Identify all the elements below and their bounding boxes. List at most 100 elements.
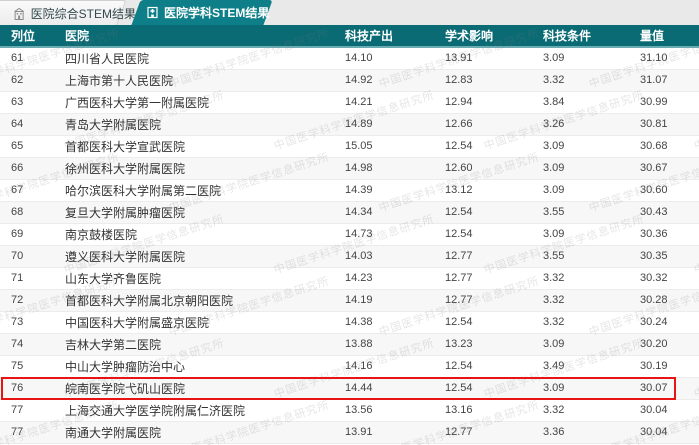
- table-row[interactable]: 76 皖南医学院弋矶山医院 14.44 12.54 3.09 30.07: [0, 377, 699, 400]
- sci-condition-cell: 3.09: [543, 157, 640, 180]
- hospital-name-cell: 遵义医科大学附属医院: [53, 245, 345, 268]
- sci-output-cell: 14.44: [345, 377, 445, 400]
- rank-cell: 63: [0, 91, 53, 114]
- table-row[interactable]: 71 山东大学齐鲁医院 14.23 12.77 3.32 30.32: [0, 267, 699, 290]
- table-row[interactable]: 67 哈尔滨医科大学附属第二医院 14.39 13.12 3.09 30.60: [0, 179, 699, 202]
- sci-condition-cell: 3.32: [543, 289, 640, 312]
- table-row[interactable]: 74 吉林大学第二医院 13.88 13.23 3.09 30.20: [0, 333, 699, 356]
- total-value-cell: 30.19: [640, 355, 699, 378]
- total-value-cell: 30.24: [640, 311, 699, 334]
- academic-impact-cell: 12.54: [445, 223, 543, 246]
- tab-hospital-discipline-stem[interactable]: 医院学科STEM结果: [131, 0, 273, 25]
- column-header-academic-impact: 学术影响: [445, 25, 543, 48]
- sci-output-cell: 14.03: [345, 245, 445, 268]
- sci-condition-cell: 3.26: [543, 113, 640, 136]
- sci-condition-cell: 3.55: [543, 245, 640, 268]
- rank-cell: 65: [0, 135, 53, 158]
- total-value-cell: 30.04: [640, 421, 699, 444]
- sci-condition-cell: 3.09: [543, 135, 640, 158]
- total-value-cell: 30.60: [640, 179, 699, 202]
- rank-cell: 75: [0, 355, 53, 378]
- rank-cell: 74: [0, 333, 53, 356]
- table-row[interactable]: 66 徐州医科大学附属医院 14.98 12.60 3.09 30.67: [0, 157, 699, 180]
- total-value-cell: 30.67: [640, 157, 699, 180]
- sci-output-cell: 14.98: [345, 157, 445, 180]
- table-row[interactable]: 72 首都医科大学附属北京朝阳医院 14.19 12.77 3.32 30.28: [0, 289, 699, 312]
- sci-condition-cell: 3.32: [543, 69, 640, 92]
- table-row[interactable]: 68 复旦大学附属肿瘤医院 14.34 12.54 3.55 30.43: [0, 201, 699, 224]
- academic-impact-cell: 12.54: [445, 311, 543, 334]
- rank-cell: 66: [0, 157, 53, 180]
- sci-condition-cell: 3.84: [543, 91, 640, 114]
- total-value-cell: 30.99: [640, 91, 699, 114]
- hospital-name-cell: 上海交通大学医学院附属仁济医院: [53, 399, 345, 422]
- hospital-name-cell: 上海市第十人民医院: [53, 69, 345, 92]
- rank-cell: 70: [0, 245, 53, 268]
- tab-hospital-comprehensive-stem[interactable]: 医院综合STEM结果: [0, 0, 136, 25]
- tab-label: 医院综合STEM结果: [30, 6, 137, 21]
- table-row[interactable]: 69 南京鼓楼医院 14.73 12.54 3.09 30.36: [0, 223, 699, 246]
- rank-cell: 64: [0, 113, 53, 136]
- rank-cell: 77: [0, 399, 53, 422]
- academic-impact-cell: 13.16: [445, 399, 543, 422]
- hospital-name-cell: 吉林大学第二医院: [53, 333, 345, 356]
- academic-impact-cell: 12.54: [445, 355, 543, 378]
- sci-output-cell: 15.05: [345, 135, 445, 158]
- sci-condition-cell: 3.55: [543, 201, 640, 224]
- academic-impact-cell: 12.94: [445, 91, 543, 114]
- total-value-cell: 30.04: [640, 399, 699, 422]
- sci-condition-cell: 3.49: [543, 355, 640, 378]
- sci-output-cell: 13.91: [345, 421, 445, 444]
- sci-condition-cell: 3.36: [543, 421, 640, 444]
- hospital-name-cell: 首都医科大学宣武医院: [53, 135, 345, 158]
- academic-impact-cell: 12.60: [445, 157, 543, 180]
- total-value-cell: 30.28: [640, 289, 699, 312]
- total-value-cell: 30.36: [640, 223, 699, 246]
- tab-label: 医院学科STEM结果: [164, 6, 270, 20]
- academic-impact-cell: 12.54: [445, 201, 543, 224]
- table-row[interactable]: 65 首都医科大学宣武医院 15.05 12.54 3.09 30.68: [0, 135, 699, 158]
- hospital-name-cell: 四川省人民医院: [53, 47, 345, 70]
- total-value-cell: 30.20: [640, 333, 699, 356]
- sci-condition-cell: 3.09: [543, 377, 640, 400]
- sci-condition-cell: 3.32: [543, 267, 640, 290]
- total-value-cell: 30.68: [640, 135, 699, 158]
- table-row[interactable]: 73 中国医科大学附属盛京医院 14.38 12.54 3.32 30.24: [0, 311, 699, 334]
- sci-condition-cell: 3.09: [543, 179, 640, 202]
- sci-condition-cell: 3.09: [543, 223, 640, 246]
- table-row[interactable]: 62 上海市第十人民医院 14.92 12.83 3.32 31.07: [0, 69, 699, 92]
- sci-condition-cell: 3.32: [543, 399, 640, 422]
- sci-output-cell: 14.16: [345, 355, 445, 378]
- total-value-cell: 30.35: [640, 245, 699, 268]
- table-row[interactable]: 70 遵义医科大学附属医院 14.03 12.77 3.55 30.35: [0, 245, 699, 268]
- table-row[interactable]: 63 广西医科大学第一附属医院 14.21 12.94 3.84 30.99: [0, 91, 699, 114]
- academic-impact-cell: 12.77: [445, 245, 543, 268]
- table-row[interactable]: 61 四川省人民医院 14.10 13.91 3.09 31.10: [0, 47, 699, 70]
- academic-impact-cell: 12.77: [445, 421, 543, 444]
- hospital-name-cell: 山东大学齐鲁医院: [53, 267, 345, 290]
- total-value-cell: 31.07: [640, 69, 699, 92]
- column-header-sci-condition: 科技条件: [543, 25, 640, 48]
- sci-output-cell: 14.23: [345, 267, 445, 290]
- rank-cell: 73: [0, 311, 53, 334]
- hospital-name-cell: 复旦大学附属肿瘤医院: [53, 201, 345, 224]
- ranking-table-header: 列位 医院 科技产出 学术影响 科技条件 量值: [0, 25, 699, 48]
- sci-output-cell: 14.38: [345, 311, 445, 334]
- table-row[interactable]: 64 青岛大学附属医院 14.89 12.66 3.26 30.81: [0, 113, 699, 136]
- table-row[interactable]: 75 中山大学肿瘤防治中心 14.16 12.54 3.49 30.19: [0, 355, 699, 378]
- academic-impact-cell: 12.83: [445, 69, 543, 92]
- table-row[interactable]: 77 上海交通大学医学院附属仁济医院 13.56 13.16 3.32 30.04: [0, 399, 699, 422]
- table-row[interactable]: 77 南通大学附属医院 13.91 12.77 3.36 30.04: [0, 421, 699, 444]
- ranking-table-body: 61 四川省人民医院 14.10 13.91 3.09 31.10 62 上海市第十人民医院 1…: [0, 47, 699, 444]
- hospital-name-cell: 南通大学附属医院: [53, 421, 345, 444]
- rank-cell: 68: [0, 201, 53, 224]
- hospital-name-cell: 中国医科大学附属盛京医院: [53, 311, 345, 334]
- hospital-name-cell: 中山大学肿瘤防治中心: [53, 355, 345, 378]
- rank-cell: 72: [0, 289, 53, 312]
- total-value-cell: 30.43: [640, 201, 699, 224]
- sci-condition-cell: 3.09: [543, 47, 640, 70]
- column-header-sci-output: 科技产出: [345, 25, 445, 48]
- sci-condition-cell: 3.32: [543, 311, 640, 334]
- sci-output-cell: 14.21: [345, 91, 445, 114]
- hospital-stem-ranking-page: 中国医学科学院医学信息研究所 中国医学科学院医学信息研究所 中国医学科学院医学信息研…: [0, 0, 699, 445]
